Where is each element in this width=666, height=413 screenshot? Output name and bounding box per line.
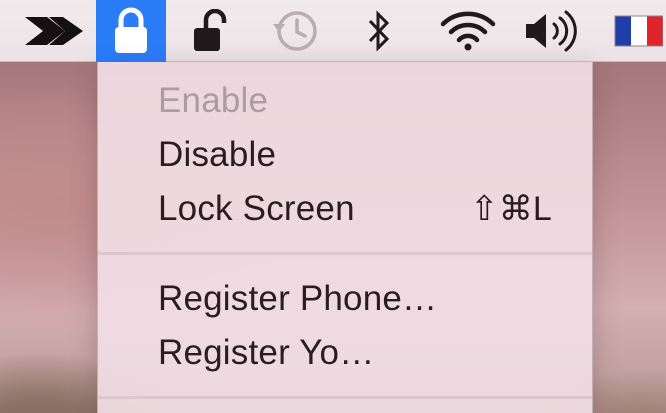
menu-item-label: Lock Screen: [158, 189, 355, 228]
bluetooth-icon[interactable]: [350, 0, 408, 62]
arrow-feather-icon[interactable]: [14, 0, 94, 62]
lock-closed-icon[interactable]: [96, 0, 166, 62]
french-flag-icon[interactable]: [610, 0, 666, 62]
menu-item-enable: Enable: [98, 74, 592, 128]
keyboard-shortcut: ⇧⌘L: [470, 190, 552, 228]
menu-separator: [98, 252, 592, 255]
menu-item-label: Disable: [158, 135, 277, 174]
wifi-icon[interactable]: [432, 0, 504, 62]
menu-item-label: Register Phone…: [158, 279, 438, 318]
menu-bar: [0, 0, 666, 62]
lock-dropdown-menu: Enable Disable Lock Screen ⇧⌘L Register …: [97, 62, 593, 413]
menu-item-register-yo[interactable]: Register Yo…: [98, 326, 592, 380]
menu-item-label: Register Yo…: [158, 333, 375, 372]
menu-item-register-phone[interactable]: Register Phone…: [98, 272, 592, 326]
menu-item-lock-screen[interactable]: Lock Screen ⇧⌘L: [98, 182, 592, 236]
time-machine-icon[interactable]: [262, 0, 328, 62]
menu-item-label: Enable: [158, 81, 269, 120]
menu-separator: [98, 396, 592, 399]
volume-icon[interactable]: [516, 0, 590, 62]
lock-open-icon[interactable]: [178, 0, 242, 62]
menu-item-disable[interactable]: Disable: [98, 128, 592, 182]
